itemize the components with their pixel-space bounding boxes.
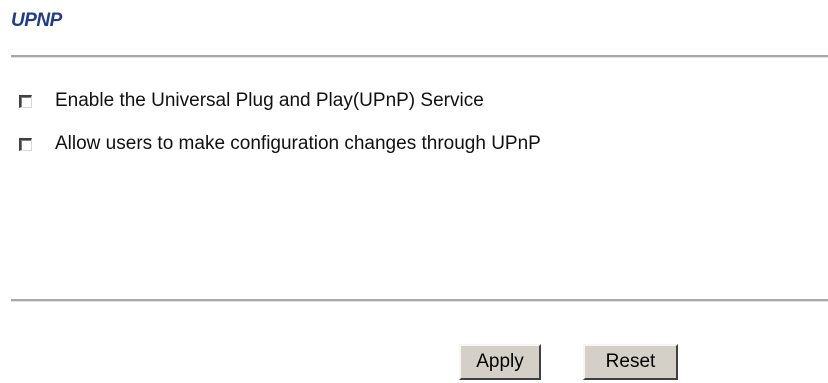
enable-upnp-checkbox[interactable] bbox=[19, 94, 32, 108]
allow-config-changes-label: Allow users to make configuration change… bbox=[55, 133, 541, 154]
reset-button[interactable]: Reset bbox=[583, 344, 678, 380]
allow-config-changes-option: Allow users to make configuration change… bbox=[19, 131, 541, 157]
bottom-divider bbox=[11, 299, 828, 302]
top-divider bbox=[11, 55, 828, 58]
apply-button[interactable]: Apply bbox=[459, 344, 541, 380]
enable-upnp-option: Enable the Universal Plug and Play(UPnP)… bbox=[19, 88, 484, 114]
page-title: UPNP bbox=[11, 10, 62, 31]
allow-config-changes-checkbox[interactable] bbox=[19, 137, 32, 151]
enable-upnp-label: Enable the Universal Plug and Play(UPnP)… bbox=[55, 90, 484, 111]
